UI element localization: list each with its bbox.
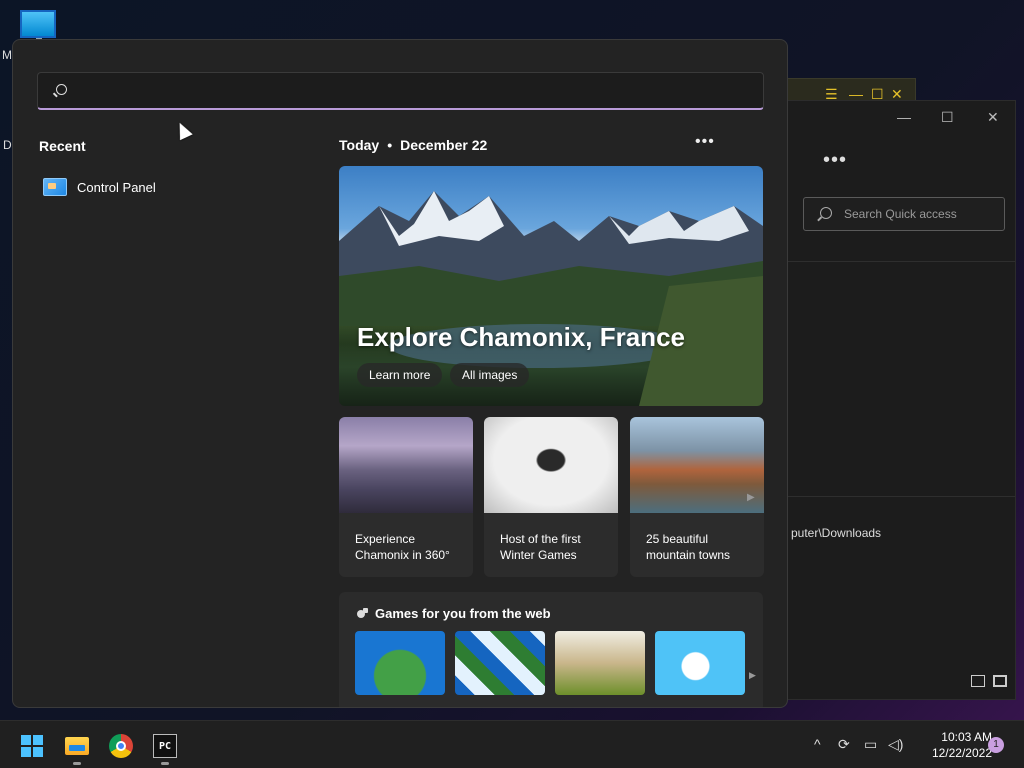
close-icon[interactable]: ✕ — [891, 87, 903, 101]
volume-icon[interactable]: ◁) — [888, 736, 903, 753]
card-caption: 25 beautiful mountain towns — [646, 532, 731, 562]
file-explorer-icon — [65, 737, 89, 755]
desktop-computer-icon[interactable] — [20, 10, 56, 44]
game-tile-soccer[interactable] — [355, 631, 445, 695]
explorer-search-placeholder: Search Quick access — [844, 207, 957, 221]
taskbar: PC ^ ⟳ ▭ ◁) 10:03 AM 12/22/2022 1 — [0, 720, 1024, 768]
games-scroll-right-icon[interactable]: ▶ — [749, 670, 756, 681]
running-indicator — [161, 762, 169, 765]
recent-item-label: Control Panel — [77, 179, 156, 195]
chrome-icon — [109, 734, 133, 758]
minimize-icon[interactable]: — — [849, 87, 863, 101]
learn-more-button[interactable]: Learn more — [357, 363, 443, 387]
start-menu: Recent Control Panel Today • December 22… — [12, 39, 788, 708]
clock-time: 10:03 AM — [941, 730, 992, 744]
recent-item-control-panel[interactable]: Control Panel — [43, 172, 293, 202]
game-tile-tiles[interactable] — [455, 631, 545, 695]
games-heading: Games for you from the web — [375, 606, 551, 621]
hero-title: Explore Chamonix, France — [357, 322, 685, 352]
today-header: Today • December 22 — [339, 137, 487, 153]
explorer-minimize-button[interactable]: — — [897, 109, 911, 125]
search-icon — [820, 207, 832, 219]
today-separator: • — [387, 137, 393, 153]
start-button[interactable] — [15, 729, 49, 763]
today-date: December 22 — [400, 137, 488, 153]
menu-icon[interactable]: ☰ — [825, 87, 838, 101]
start-search-input[interactable] — [78, 73, 758, 109]
explorer-divider — [787, 261, 1015, 262]
recent-heading: Recent — [39, 138, 86, 154]
explorer-divider — [787, 496, 1015, 497]
pycharm-icon: PC — [153, 734, 177, 758]
card-mountain-towns[interactable]: 25 beautiful mountain towns — [630, 417, 764, 577]
game-tile-golf[interactable] — [655, 631, 745, 695]
game-tile-word-twister[interactable] — [555, 631, 645, 695]
running-indicator — [73, 762, 81, 765]
file-explorer-window[interactable]: — ☐ ✕ ••• Search Quick access puter\Down… — [786, 100, 1016, 700]
network-icon[interactable]: ▭ — [864, 736, 877, 753]
sync-icon[interactable]: ⟳ — [838, 736, 850, 753]
all-images-button[interactable]: All images — [450, 363, 530, 387]
today-more-button[interactable]: ••• — [695, 133, 715, 151]
chrome-button[interactable] — [104, 729, 138, 763]
games-header: Games for you from the web — [357, 606, 551, 621]
maximize-icon[interactable]: ☐ — [871, 87, 884, 101]
start-search-box[interactable] — [37, 72, 764, 110]
card-chamonix-360[interactable]: Experience Chamonix in 360° — [339, 417, 473, 577]
games-section: Games for you from the web ▶ — [339, 592, 763, 707]
notification-badge[interactable]: 1 — [988, 737, 1004, 753]
explorer-maximize-button[interactable]: ☐ — [941, 109, 954, 126]
card-caption: Host of the first Winter Games — [500, 532, 581, 562]
games-icon — [357, 607, 369, 620]
pycharm-button[interactable]: PC — [148, 729, 182, 765]
control-panel-icon — [43, 178, 67, 196]
today-label: Today — [339, 137, 380, 153]
cards-scroll-right-icon[interactable]: ▶ — [747, 492, 761, 510]
card-caption: Experience Chamonix in 360° — [355, 532, 450, 562]
card-first-winter-games[interactable]: Host of the first Winter Games — [484, 417, 618, 577]
show-hidden-icons-button[interactable]: ^ — [814, 736, 821, 752]
explorer-search-box[interactable]: Search Quick access — [803, 197, 1005, 231]
clock-date: 12/22/2022 — [931, 746, 992, 760]
tiles-view-icon[interactable] — [993, 675, 1007, 687]
explorer-path-text: puter\Downloads — [791, 526, 882, 540]
details-view-icon[interactable] — [971, 675, 985, 687]
search-icon — [56, 84, 67, 95]
mountain-town-image — [630, 417, 764, 513]
explorer-more-button[interactable]: ••• — [823, 149, 847, 172]
file-explorer-button[interactable] — [60, 729, 94, 765]
bobsled-image — [484, 417, 618, 513]
clock[interactable]: 10:03 AM 12/22/2022 — [912, 729, 992, 761]
chamonix-town-image — [339, 417, 473, 513]
hero-card-chamonix[interactable]: Explore Chamonix, France Learn more All … — [339, 166, 763, 406]
desktop-label-m: M — [2, 48, 12, 62]
start-icon — [21, 735, 43, 757]
explorer-close-button[interactable]: ✕ — [987, 109, 999, 126]
